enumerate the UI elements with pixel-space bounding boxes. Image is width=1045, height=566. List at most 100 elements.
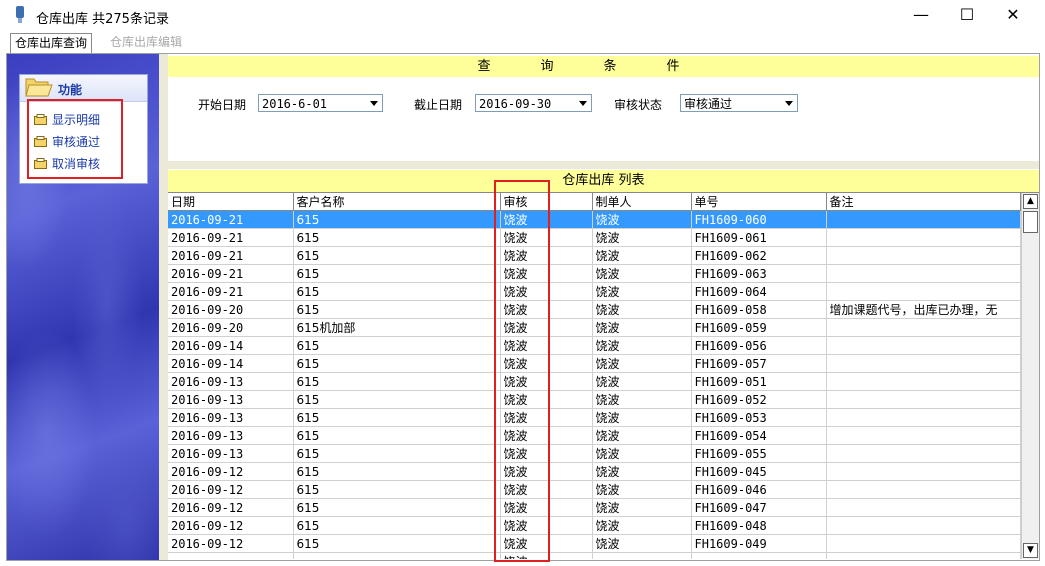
folder-icon [25,78,53,97]
date-cell [168,552,294,559]
table-row[interactable]: 2016-09-21 615 饶波 饶波 FH1609-060 [168,210,1021,229]
creator-cell [592,552,692,559]
remark-cell [826,372,1021,391]
order-no-cell: FH1609-048 [691,516,827,535]
maximize-button[interactable]: ☐ [944,0,990,32]
creator-cell: 饶波 [592,210,692,229]
scroll-thumb[interactable] [1023,211,1038,233]
column-header-order-no[interactable]: 单号 [691,193,827,211]
date-cell: 2016-09-12 [168,516,294,535]
order-no-cell: FH1609-046 [691,480,827,499]
date-cell: 2016-09-21 [168,282,294,301]
remark-cell [826,552,1021,559]
column-header-customer[interactable]: 客户名称 [293,193,501,211]
remark-cell [826,390,1021,409]
creator-cell: 饶波 [592,318,692,337]
table-row[interactable]: 2016-09-12 615 饶波 饶波 FH1609-045 [168,462,1021,481]
column-header-date[interactable]: 日期 [168,193,294,211]
end-date-select[interactable]: 2016-09-30 [475,94,592,112]
order-no-cell: FH1609-062 [691,246,827,265]
remark-cell [826,336,1021,355]
remark-cell [826,228,1021,247]
date-cell: 2016-09-21 [168,264,294,283]
table-row[interactable]: 2016-09-12 615 饶波 饶波 FH1609-047 [168,498,1021,517]
customer-cell: 615 [293,480,501,499]
customer-cell: 615 [293,516,501,535]
creator-cell: 饶波 [592,426,692,445]
creator-cell: 饶波 [592,408,692,427]
tab-query[interactable]: 仓库出库查询 [10,33,93,53]
creator-cell: 饶波 [592,228,692,247]
order-no-cell: FH1609-058 [691,300,827,319]
start-date-label: 开始日期 [198,98,247,112]
customer-cell: 615 [293,390,501,409]
table-row[interactable]: 2016-09-12 615 饶波 饶波 FH1609-049 [168,534,1021,553]
remark-cell [826,318,1021,337]
order-no-cell: FH1609-063 [691,264,827,283]
tab-edit[interactable]: 仓库出库编辑 [106,33,186,52]
date-cell: 2016-09-12 [168,462,294,481]
table-row[interactable]: 2016-09-14 615 饶波 饶波 FH1609-057 [168,354,1021,373]
order-no-cell: FH1609-060 [691,210,827,229]
scroll-down-icon[interactable]: ▼ [1023,543,1038,558]
vertical-scrollbar[interactable]: ▲ ▼ [1021,193,1039,559]
table-row[interactable]: 2016-09-13 615 饶波 饶波 FH1609-052 [168,390,1021,409]
customer-cell: 615 [293,282,501,301]
date-cell: 2016-09-20 [168,318,294,337]
start-date-select[interactable]: 2016-6-01 [258,94,383,112]
creator-cell: 饶波 [592,264,692,283]
table-row[interactable]: 2016-09-13 615 饶波 饶波 FH1609-051 [168,372,1021,391]
tab-strip: 仓库出库查询 仓库出库编辑 [10,33,1040,53]
table-row[interactable]: 2016-09-21 615 饶波 饶波 FH1609-062 [168,246,1021,265]
column-header-remark[interactable]: 备注 [826,193,1021,211]
date-cell: 2016-09-13 [168,426,294,445]
content-frame: 功能 显示明细 审核通过 取消审核 查询条件 开始日期 2016-6-01 截止… [6,53,1040,562]
table-row[interactable]: 饶波 [168,552,1021,559]
remark-cell [826,426,1021,445]
creator-cell: 饶波 [592,444,692,463]
table-row[interactable]: 2016-09-13 615 饶波 饶波 FH1609-054 [168,426,1021,445]
scroll-up-icon[interactable]: ▲ [1023,194,1038,209]
title-bar: 仓库出库 共275条记录 — ☐ ✕ [0,0,1045,32]
order-no-cell: FH1609-047 [691,498,827,517]
customer-cell: 615机加部 [293,318,501,337]
minimize-button[interactable]: — [898,0,944,32]
table-row[interactable]: 2016-09-13 615 饶波 饶波 FH1609-053 [168,408,1021,427]
creator-cell: 饶波 [592,372,692,391]
remark-cell [826,210,1021,229]
table-row[interactable]: 2016-09-14 615 饶波 饶波 FH1609-056 [168,336,1021,355]
close-button[interactable]: ✕ [990,0,1036,32]
customer-cell: 615 [293,336,501,355]
table-row[interactable]: 2016-09-13 615 饶波 饶波 FH1609-055 [168,444,1021,463]
creator-cell: 饶波 [592,516,692,535]
table-row[interactable]: 2016-09-20 615 饶波 饶波 FH1609-058 增加课题代号，出库已办理，… [168,300,1021,319]
customer-cell: 615 [293,444,501,463]
table-row[interactable]: 2016-09-20 615机加部 饶波 饶波 FH1609-059 [168,318,1021,337]
customer-cell: 615 [293,498,501,517]
table-row[interactable]: 2016-09-21 615 饶波 饶波 FH1609-063 [168,264,1021,283]
list-header: 仓库出库 列表 [168,170,1039,192]
data-grid[interactable]: 日期 客户名称 审核 制单人 单号 备注 2016-09-21 615 饶波 饶波 FH… [168,192,1039,559]
order-no-cell: FH1609-045 [691,462,827,481]
date-cell: 2016-09-21 [168,246,294,265]
table-row[interactable]: 2016-09-21 615 饶波 饶波 FH1609-061 [168,228,1021,247]
status-select[interactable]: 审核通过 [680,94,798,112]
dropdown-arrow-icon [370,101,378,106]
creator-cell: 饶波 [592,282,692,301]
creator-cell: 饶波 [592,300,692,319]
date-cell: 2016-09-12 [168,498,294,517]
customer-cell [293,552,501,559]
date-cell: 2016-09-13 [168,408,294,427]
order-no-cell: FH1609-053 [691,408,827,427]
highlight-box-audit-column [494,180,550,562]
table-row[interactable]: 2016-09-21 615 饶波 饶波 FH1609-064 [168,282,1021,301]
date-cell: 2016-09-20 [168,300,294,319]
customer-cell: 615 [293,462,501,481]
table-row[interactable]: 2016-09-12 615 饶波 饶波 FH1609-046 [168,480,1021,499]
date-cell: 2016-09-13 [168,390,294,409]
remark-cell [826,408,1021,427]
order-no-cell: FH1609-049 [691,534,827,553]
remark-cell [826,246,1021,265]
column-header-creator[interactable]: 制单人 [592,193,692,211]
table-row[interactable]: 2016-09-12 615 饶波 饶波 FH1609-048 [168,516,1021,535]
